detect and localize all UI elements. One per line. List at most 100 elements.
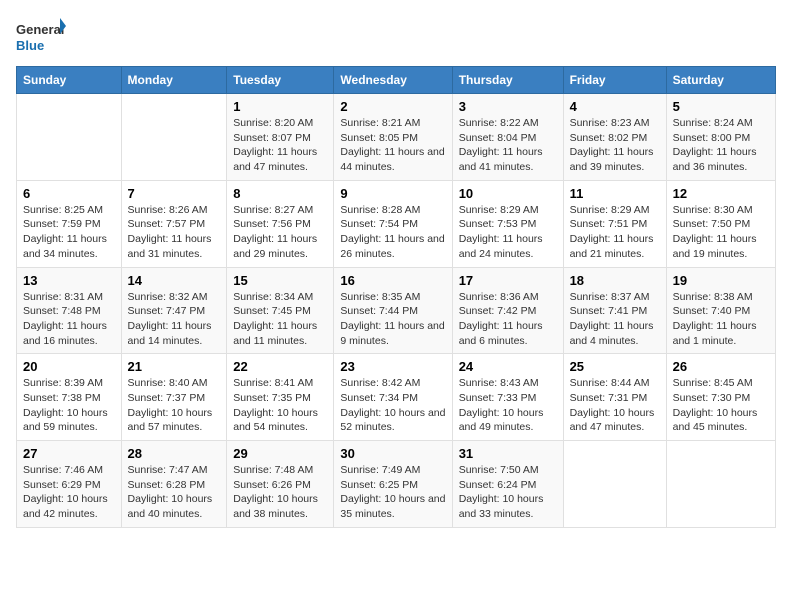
day-number: 14 [128, 273, 221, 288]
calendar-cell: 2 Sunrise: 8:21 AMSunset: 8:05 PMDayligh… [334, 94, 452, 181]
day-info: Sunrise: 7:47 AMSunset: 6:28 PMDaylight:… [128, 464, 213, 520]
day-info: Sunrise: 7:50 AMSunset: 6:24 PMDaylight:… [459, 464, 544, 520]
day-number: 21 [128, 359, 221, 374]
calendar-cell: 7 Sunrise: 8:26 AMSunset: 7:57 PMDayligh… [121, 180, 227, 267]
day-info: Sunrise: 8:35 AMSunset: 7:44 PMDaylight:… [340, 291, 444, 347]
day-info: Sunrise: 7:46 AMSunset: 6:29 PMDaylight:… [23, 464, 108, 520]
calendar-cell: 4 Sunrise: 8:23 AMSunset: 8:02 PMDayligh… [563, 94, 666, 181]
day-number: 20 [23, 359, 115, 374]
calendar-header-friday: Friday [563, 67, 666, 94]
calendar-header-wednesday: Wednesday [334, 67, 452, 94]
calendar-cell: 25 Sunrise: 8:44 AMSunset: 7:31 PMDaylig… [563, 354, 666, 441]
day-number: 23 [340, 359, 445, 374]
day-number: 16 [340, 273, 445, 288]
day-info: Sunrise: 8:29 AMSunset: 7:51 PMDaylight:… [570, 204, 654, 260]
calendar-cell [121, 94, 227, 181]
calendar-cell: 17 Sunrise: 8:36 AMSunset: 7:42 PMDaylig… [452, 267, 563, 354]
svg-text:Blue: Blue [16, 38, 44, 53]
day-info: Sunrise: 8:36 AMSunset: 7:42 PMDaylight:… [459, 291, 543, 347]
calendar-header-monday: Monday [121, 67, 227, 94]
day-info: Sunrise: 7:48 AMSunset: 6:26 PMDaylight:… [233, 464, 318, 520]
calendar-cell: 18 Sunrise: 8:37 AMSunset: 7:41 PMDaylig… [563, 267, 666, 354]
day-number: 15 [233, 273, 327, 288]
calendar-cell: 27 Sunrise: 7:46 AMSunset: 6:29 PMDaylig… [17, 441, 122, 528]
day-number: 7 [128, 186, 221, 201]
day-number: 25 [570, 359, 660, 374]
day-info: Sunrise: 8:38 AMSunset: 7:40 PMDaylight:… [673, 291, 757, 347]
calendar-cell: 20 Sunrise: 8:39 AMSunset: 7:38 PMDaylig… [17, 354, 122, 441]
day-number: 10 [459, 186, 557, 201]
day-number: 22 [233, 359, 327, 374]
day-number: 30 [340, 446, 445, 461]
day-info: Sunrise: 8:26 AMSunset: 7:57 PMDaylight:… [128, 204, 212, 260]
day-info: Sunrise: 8:22 AMSunset: 8:04 PMDaylight:… [459, 117, 543, 173]
calendar-week-row: 1 Sunrise: 8:20 AMSunset: 8:07 PMDayligh… [17, 94, 776, 181]
day-info: Sunrise: 8:37 AMSunset: 7:41 PMDaylight:… [570, 291, 654, 347]
day-info: Sunrise: 8:41 AMSunset: 7:35 PMDaylight:… [233, 377, 318, 433]
day-info: Sunrise: 8:32 AMSunset: 7:47 PMDaylight:… [128, 291, 212, 347]
calendar-cell [563, 441, 666, 528]
calendar-cell: 3 Sunrise: 8:22 AMSunset: 8:04 PMDayligh… [452, 94, 563, 181]
calendar-cell: 30 Sunrise: 7:49 AMSunset: 6:25 PMDaylig… [334, 441, 452, 528]
day-info: Sunrise: 8:44 AMSunset: 7:31 PMDaylight:… [570, 377, 655, 433]
day-info: Sunrise: 8:43 AMSunset: 7:33 PMDaylight:… [459, 377, 544, 433]
calendar-cell: 29 Sunrise: 7:48 AMSunset: 6:26 PMDaylig… [227, 441, 334, 528]
calendar-cell: 16 Sunrise: 8:35 AMSunset: 7:44 PMDaylig… [334, 267, 452, 354]
calendar-cell: 23 Sunrise: 8:42 AMSunset: 7:34 PMDaylig… [334, 354, 452, 441]
day-info: Sunrise: 8:24 AMSunset: 8:00 PMDaylight:… [673, 117, 757, 173]
day-number: 29 [233, 446, 327, 461]
day-info: Sunrise: 8:42 AMSunset: 7:34 PMDaylight:… [340, 377, 445, 433]
calendar-cell [17, 94, 122, 181]
day-number: 18 [570, 273, 660, 288]
calendar-week-row: 27 Sunrise: 7:46 AMSunset: 6:29 PMDaylig… [17, 441, 776, 528]
day-number: 9 [340, 186, 445, 201]
day-number: 1 [233, 99, 327, 114]
calendar-header-saturday: Saturday [666, 67, 775, 94]
calendar-cell: 6 Sunrise: 8:25 AMSunset: 7:59 PMDayligh… [17, 180, 122, 267]
day-info: Sunrise: 7:49 AMSunset: 6:25 PMDaylight:… [340, 464, 445, 520]
day-info: Sunrise: 8:21 AMSunset: 8:05 PMDaylight:… [340, 117, 444, 173]
day-number: 31 [459, 446, 557, 461]
day-number: 17 [459, 273, 557, 288]
calendar-cell: 24 Sunrise: 8:43 AMSunset: 7:33 PMDaylig… [452, 354, 563, 441]
calendar-header-thursday: Thursday [452, 67, 563, 94]
calendar-cell: 1 Sunrise: 8:20 AMSunset: 8:07 PMDayligh… [227, 94, 334, 181]
page-header: General Blue [16, 16, 776, 60]
day-number: 6 [23, 186, 115, 201]
day-info: Sunrise: 8:20 AMSunset: 8:07 PMDaylight:… [233, 117, 317, 173]
calendar-cell: 19 Sunrise: 8:38 AMSunset: 7:40 PMDaylig… [666, 267, 775, 354]
calendar-cell: 14 Sunrise: 8:32 AMSunset: 7:47 PMDaylig… [121, 267, 227, 354]
day-number: 12 [673, 186, 769, 201]
day-info: Sunrise: 8:27 AMSunset: 7:56 PMDaylight:… [233, 204, 317, 260]
calendar-header-row: SundayMondayTuesdayWednesdayThursdayFrid… [17, 67, 776, 94]
calendar-cell: 9 Sunrise: 8:28 AMSunset: 7:54 PMDayligh… [334, 180, 452, 267]
logo-svg: General Blue [16, 16, 66, 60]
day-info: Sunrise: 8:45 AMSunset: 7:30 PMDaylight:… [673, 377, 758, 433]
calendar-week-row: 13 Sunrise: 8:31 AMSunset: 7:48 PMDaylig… [17, 267, 776, 354]
day-number: 11 [570, 186, 660, 201]
calendar-table: SundayMondayTuesdayWednesdayThursdayFrid… [16, 66, 776, 528]
calendar-header-tuesday: Tuesday [227, 67, 334, 94]
day-info: Sunrise: 8:23 AMSunset: 8:02 PMDaylight:… [570, 117, 654, 173]
calendar-week-row: 20 Sunrise: 8:39 AMSunset: 7:38 PMDaylig… [17, 354, 776, 441]
day-number: 27 [23, 446, 115, 461]
calendar-cell: 8 Sunrise: 8:27 AMSunset: 7:56 PMDayligh… [227, 180, 334, 267]
day-info: Sunrise: 8:30 AMSunset: 7:50 PMDaylight:… [673, 204, 757, 260]
calendar-cell: 11 Sunrise: 8:29 AMSunset: 7:51 PMDaylig… [563, 180, 666, 267]
day-number: 5 [673, 99, 769, 114]
day-number: 13 [23, 273, 115, 288]
day-number: 28 [128, 446, 221, 461]
calendar-cell: 26 Sunrise: 8:45 AMSunset: 7:30 PMDaylig… [666, 354, 775, 441]
calendar-cell: 21 Sunrise: 8:40 AMSunset: 7:37 PMDaylig… [121, 354, 227, 441]
day-info: Sunrise: 8:31 AMSunset: 7:48 PMDaylight:… [23, 291, 107, 347]
svg-text:General: General [16, 22, 64, 37]
day-number: 8 [233, 186, 327, 201]
calendar-cell: 12 Sunrise: 8:30 AMSunset: 7:50 PMDaylig… [666, 180, 775, 267]
calendar-cell: 10 Sunrise: 8:29 AMSunset: 7:53 PMDaylig… [452, 180, 563, 267]
day-number: 24 [459, 359, 557, 374]
logo: General Blue [16, 16, 66, 60]
day-number: 4 [570, 99, 660, 114]
day-number: 26 [673, 359, 769, 374]
day-info: Sunrise: 8:29 AMSunset: 7:53 PMDaylight:… [459, 204, 543, 260]
day-info: Sunrise: 8:25 AMSunset: 7:59 PMDaylight:… [23, 204, 107, 260]
